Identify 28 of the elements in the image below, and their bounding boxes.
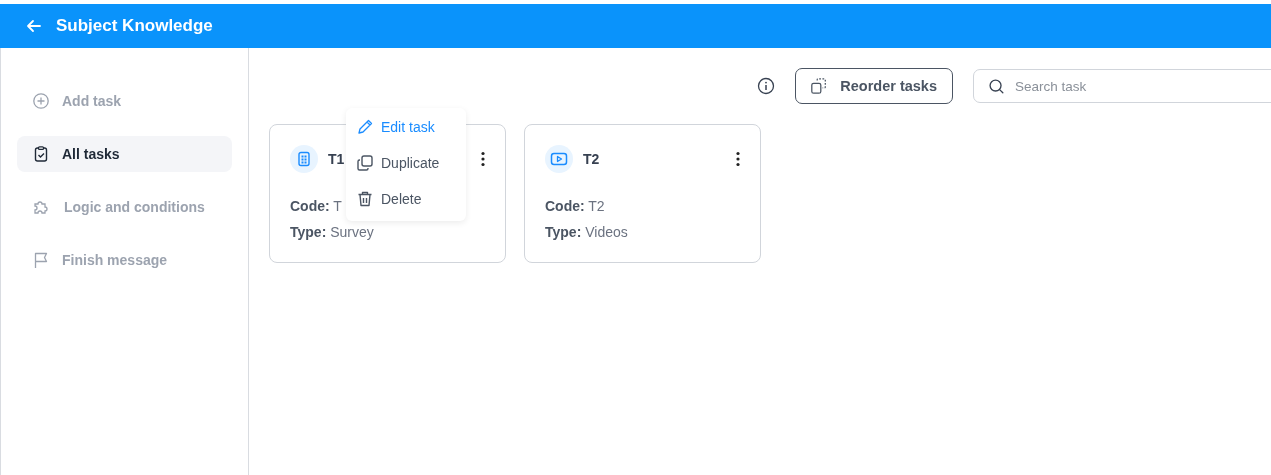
task-code: Code: T [290, 198, 342, 214]
more-options-icon[interactable] [736, 151, 740, 167]
page-title: Subject Knowledge [56, 16, 213, 36]
back-arrow-icon[interactable] [26, 18, 42, 34]
task-type: Type: Survey [290, 224, 374, 240]
task-code: Code: T2 [545, 198, 605, 214]
task-title: T1 [328, 151, 345, 167]
plus-circle-icon [32, 92, 50, 110]
reorder-tasks-button[interactable]: Reorder tasks [795, 68, 953, 104]
menu-item[interactable]: Delete [346, 181, 466, 217]
task-type-icon [545, 145, 573, 173]
flag-icon [32, 251, 50, 269]
search-input[interactable]: Search task [1013, 77, 1257, 95]
search-field[interactable]: Search task [973, 69, 1271, 103]
clipboard-check-icon [32, 145, 50, 163]
more-options-icon[interactable] [481, 151, 485, 167]
task-type: Type: Videos [545, 224, 628, 240]
sidebar-item[interactable]: All tasks [17, 136, 232, 172]
copy-icon [810, 77, 829, 95]
task-type-icon [290, 145, 318, 173]
copy-icon [356, 154, 374, 172]
task-card[interactable]: T2 Code: T2 Type: Videos [524, 124, 761, 263]
info-icon[interactable] [757, 77, 776, 95]
menu-item[interactable]: Duplicate [346, 145, 466, 181]
task-title: T2 [583, 151, 600, 167]
trash-icon [356, 190, 374, 208]
pencil-icon [356, 118, 374, 136]
search-icon [988, 77, 1005, 95]
